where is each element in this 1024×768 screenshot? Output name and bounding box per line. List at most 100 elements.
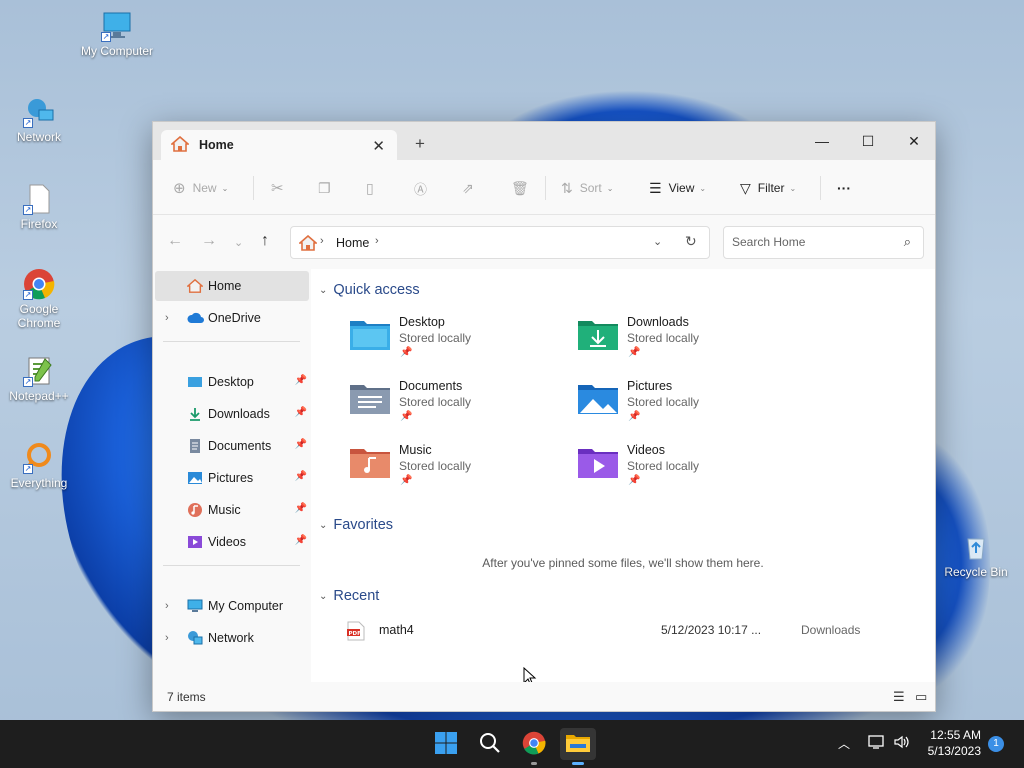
start-button[interactable] — [428, 728, 464, 760]
quick-access-pictures[interactable]: Pictures Stored locally 📌 — [577, 379, 777, 435]
pin-icon[interactable]: 📌 — [295, 375, 307, 386]
svg-text:PDF: PDF — [349, 631, 362, 637]
windows-logo-icon — [434, 731, 458, 758]
search-box[interactable]: ⌕ — [723, 226, 924, 259]
desktop-icon-chrome[interactable]: ↗ Google Chrome — [0, 268, 79, 330]
sidebar-item-pictures[interactable]: Pictures 📌 — [155, 463, 309, 493]
maximize-button[interactable]: ☐ — [845, 128, 891, 154]
pdf-file-icon: PDF — [347, 621, 365, 641]
address-dropdown-icon[interactable]: ⌄ — [653, 235, 662, 248]
close-window-button[interactable]: ✕ — [891, 128, 935, 154]
search-input[interactable] — [732, 235, 892, 249]
minimize-button[interactable]: — — [799, 128, 845, 154]
address-bar[interactable]: › Home › ⌄ ↻ — [290, 226, 710, 259]
chevron-up-icon[interactable]: ︿ — [838, 735, 850, 752]
volume-icon[interactable] — [893, 734, 911, 753]
notification-badge[interactable]: 1 — [988, 736, 1004, 752]
chevron-down-icon[interactable]: ⌄ — [319, 520, 327, 531]
pin-icon[interactable]: 📌 — [295, 503, 307, 514]
pin-icon: 📌 — [628, 411, 641, 422]
quick-access-desktop[interactable]: Desktop Stored locally 📌 — [349, 315, 549, 371]
favorites-header[interactable]: ⌄ Favorites — [319, 517, 393, 533]
pin-icon[interactable]: 📌 — [295, 407, 307, 418]
share-button[interactable]: ⇗ — [462, 177, 474, 199]
filter-icon: ▽ — [740, 179, 751, 196]
recent-header[interactable]: ⌄ Recent — [319, 588, 379, 604]
desktop-icon-firefox[interactable]: ↗ Firefox — [0, 183, 79, 231]
chevron-down-icon[interactable]: ⌄ — [319, 285, 327, 296]
chevron-right-icon[interactable]: › — [165, 600, 169, 612]
forward-arrow-icon[interactable]: → — [201, 232, 217, 250]
copy-button[interactable]: ❐ — [318, 177, 331, 199]
desktop-icon-everything[interactable]: ↗ Everything — [0, 442, 79, 490]
rename-icon: Ⓐ — [414, 181, 428, 197]
cut-button[interactable]: ✂ — [271, 177, 284, 199]
tiles-view-icon[interactable]: ▭ — [915, 689, 927, 705]
chevron-right-icon: › — [320, 235, 324, 247]
sidebar-item-my-computer[interactable]: › My Computer — [155, 591, 309, 621]
system-clock[interactable]: 12:55 AM 5/13/2023 — [928, 727, 981, 759]
filter-button[interactable]: ▽ Filter ⌄ — [740, 177, 796, 199]
desktop-icon-my-computer[interactable]: ↗ My Computer — [77, 10, 157, 58]
pictures-icon — [187, 470, 203, 486]
chevron-right-icon[interactable]: › — [165, 632, 169, 644]
quick-access-downloads[interactable]: Downloads Stored locally 📌 — [577, 315, 777, 371]
sidebar-item-music[interactable]: Music 📌 — [155, 495, 309, 525]
cloud-icon — [187, 310, 204, 326]
delete-button[interactable]: 🗑 — [511, 177, 529, 199]
chevron-right-icon[interactable]: › — [375, 235, 379, 247]
sort-button[interactable]: ⇅ Sort ⌄ — [561, 177, 613, 199]
music-icon — [187, 502, 203, 518]
more-options-button[interactable]: ··· — [837, 177, 851, 199]
sidebar-item-videos[interactable]: Videos 📌 — [155, 527, 309, 557]
pin-icon[interactable]: 📌 — [295, 471, 307, 482]
back-arrow-icon[interactable]: ← — [167, 232, 183, 250]
desktop-icon-recycle-bin[interactable]: Recycle Bin — [936, 531, 1016, 579]
tab-home[interactable]: Home ✕ — [161, 130, 397, 160]
sidebar-item-downloads[interactable]: Downloads 📌 — [155, 399, 309, 429]
file-explorer-window: Home ✕ + — ☐ ✕ ⊕ New ⌄ ✂ ❐ ▯ Ⓐ ⇗ 🗑 ⇅ Sort… — [152, 121, 936, 712]
rename-button[interactable]: Ⓐ — [414, 177, 427, 199]
refresh-icon[interactable]: ↻ — [685, 233, 697, 250]
pin-icon[interactable]: 📌 — [295, 439, 307, 450]
sidebar-item-desktop[interactable]: Desktop 📌 — [155, 367, 309, 397]
sort-icon: ⇅ — [561, 179, 573, 196]
file-icon: ↗ — [23, 183, 55, 215]
close-tab-icon[interactable]: ✕ — [372, 137, 385, 155]
details-view-icon[interactable]: ☰ — [893, 689, 905, 705]
taskbar-search-button[interactable] — [472, 728, 508, 760]
chrome-icon — [522, 731, 546, 758]
quick-access-videos[interactable]: Videos Stored locally 📌 — [577, 443, 777, 499]
quick-access-header[interactable]: ⌄ Quick access — [319, 282, 420, 298]
paste-button[interactable]: ▯ — [366, 177, 374, 199]
recycle-bin-icon — [960, 531, 992, 563]
taskbar-chrome[interactable] — [516, 728, 552, 765]
sidebar-item-home[interactable]: Home — [155, 271, 309, 301]
pin-icon[interactable]: 📌 — [295, 535, 307, 546]
network-status-icon[interactable] — [868, 734, 886, 753]
up-arrow-icon[interactable]: ↑ — [261, 232, 269, 250]
recent-file-row[interactable]: PDF math4 5/12/2023 10:17 ... Downloads — [341, 619, 901, 643]
view-button[interactable]: ☰ View ⌄ — [649, 177, 706, 199]
chevron-down-icon[interactable]: ⌄ — [319, 591, 327, 602]
title-bar: Home ✕ + — ☐ ✕ — [153, 122, 935, 160]
quick-access-music[interactable]: Music Stored locally 📌 — [349, 443, 549, 499]
desktop-folder-icon — [349, 317, 391, 351]
sidebar-item-onedrive[interactable]: › OneDrive — [155, 303, 309, 333]
recent-locations-chevron-icon[interactable]: ⌄ — [234, 236, 243, 249]
sidebar-item-network[interactable]: › Network — [155, 623, 309, 653]
chevron-right-icon[interactable]: › — [165, 312, 169, 324]
sidebar-item-documents[interactable]: Documents 📌 — [155, 431, 309, 461]
desktop-icon-label: My Computer — [80, 44, 154, 58]
search-icon[interactable]: ⌕ — [904, 234, 911, 250]
new-tab-button[interactable]: + — [415, 134, 425, 154]
desktop-icon-network[interactable]: ↗ Network — [0, 96, 79, 144]
plus-circle-icon: ⊕ — [173, 180, 186, 197]
taskbar-file-explorer[interactable] — [560, 728, 596, 765]
desktop-icon-notepadpp[interactable]: ↗ Notepad++ — [0, 355, 79, 403]
new-button[interactable]: ⊕ New ⌄ — [173, 177, 228, 199]
quick-access-documents[interactable]: Documents Stored locally 📌 — [349, 379, 549, 435]
view-icon: ☰ — [649, 179, 662, 196]
breadcrumb-home[interactable]: Home — [336, 236, 369, 250]
pin-icon: 📌 — [400, 411, 413, 422]
